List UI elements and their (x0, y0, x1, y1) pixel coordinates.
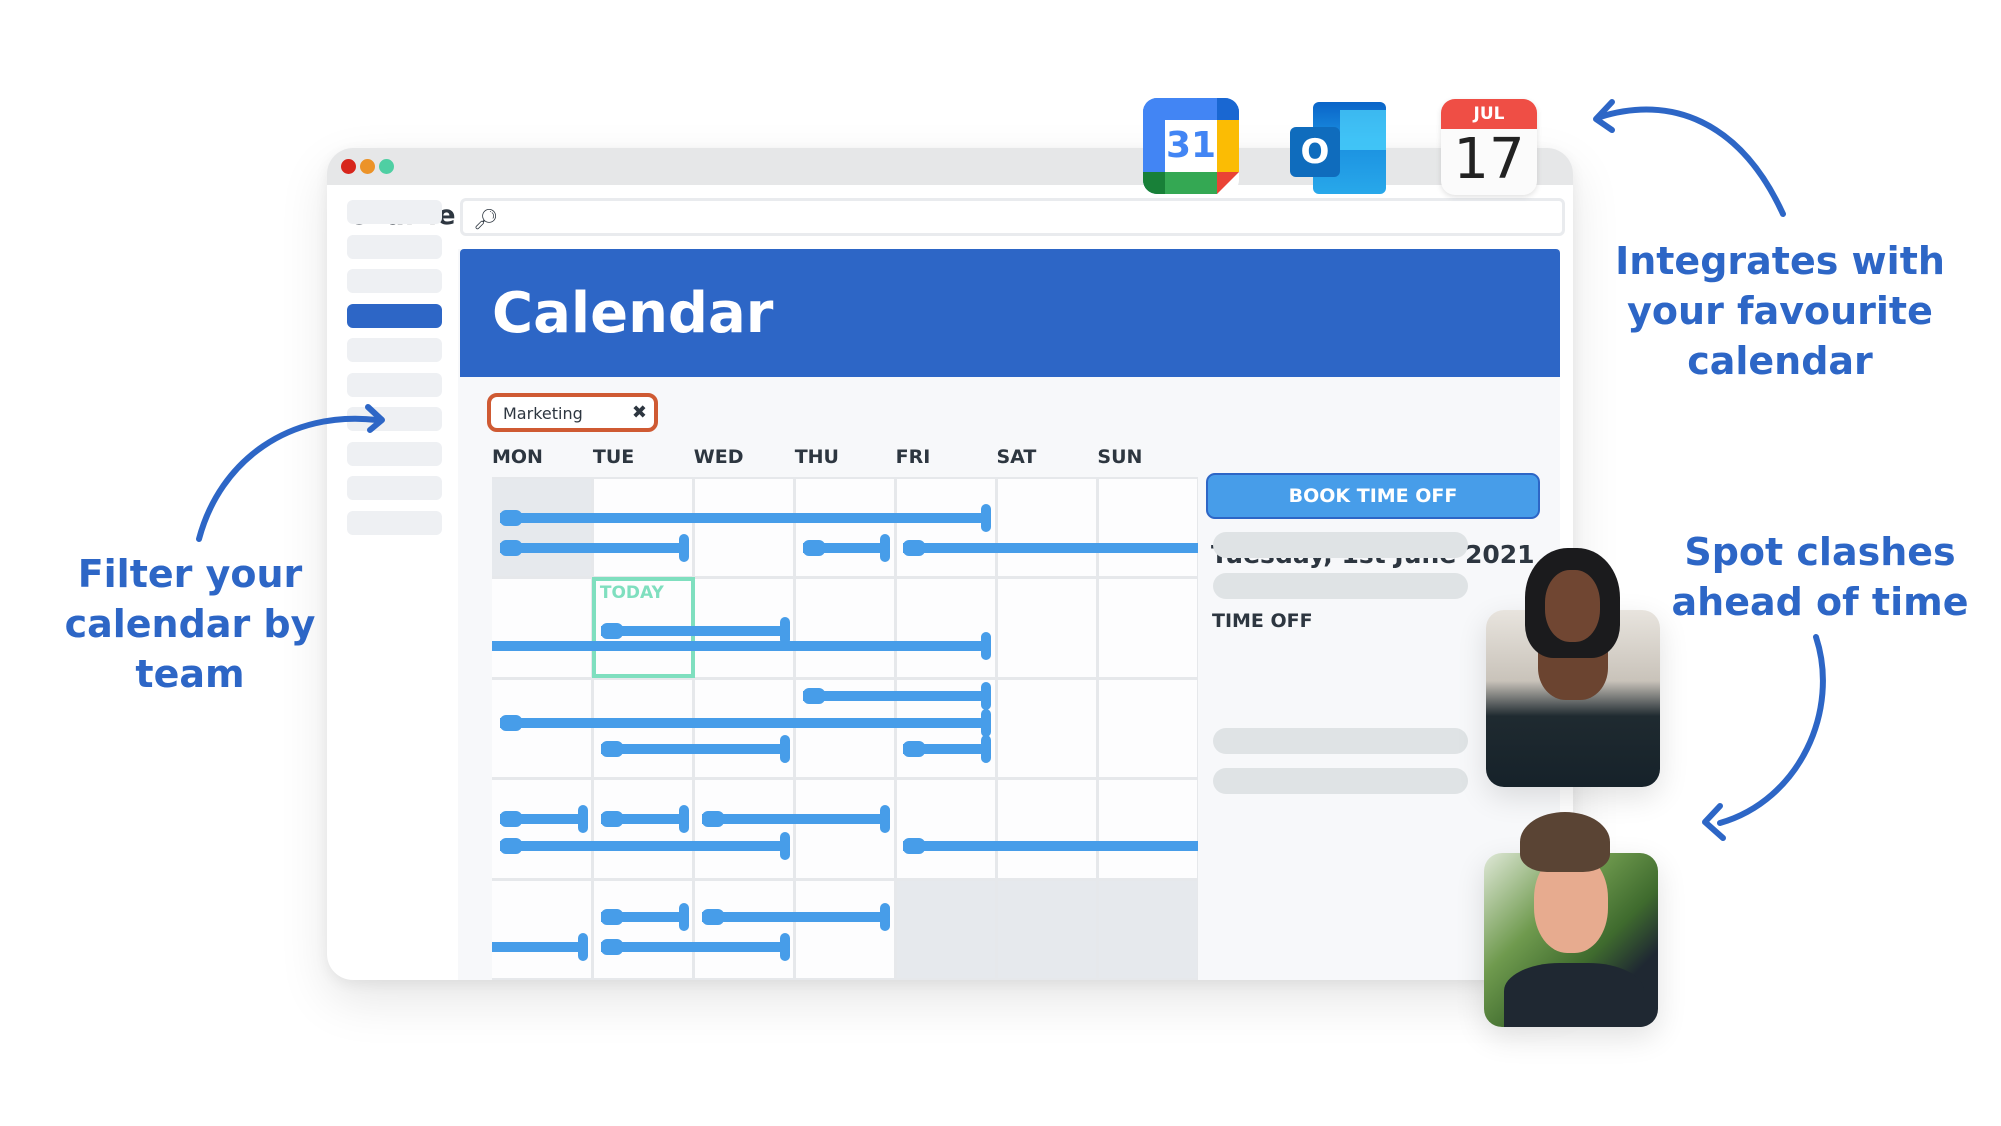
annotation-line: ahead of time (1671, 580, 1969, 624)
annotation-line: Filter your (77, 552, 303, 596)
clashes-annotation: Spot clashes ahead of time (1670, 527, 1970, 627)
filter-arrow (196, 415, 380, 542)
annotation-line: your favourite (1627, 289, 1933, 333)
annotation-line: Spot clashes (1684, 530, 1956, 574)
clashes-arrow (1717, 634, 1826, 826)
annotation-line: team (135, 652, 245, 696)
annotation-line: calendar by (64, 602, 316, 646)
integrates-arrow (1597, 106, 1786, 217)
filter-annotation: Filter your calendar by team (40, 549, 340, 699)
annotation-line: Integrates with (1615, 239, 1945, 283)
integrates-annotation: Integrates with your favourite calendar (1590, 236, 1970, 386)
annotation-line: calendar (1687, 339, 1873, 383)
